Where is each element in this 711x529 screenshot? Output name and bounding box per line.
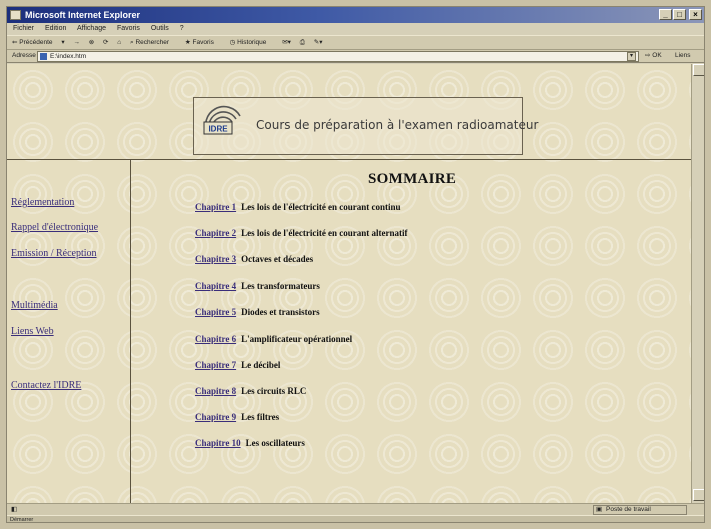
nav-contact[interactable]: Contactez l'IDRE xyxy=(11,380,81,391)
title-bar: Microsoft Internet Explorer _ □ × xyxy=(7,7,704,23)
menu-tools[interactable]: Outils xyxy=(151,25,169,32)
status-bar: ◧ ▣ Poste de travail xyxy=(7,503,704,515)
chapter-title: L'amplificateur opérationnel xyxy=(241,334,353,344)
links-button[interactable]: Liens xyxy=(675,50,691,62)
print-icon[interactable]: ⎙ xyxy=(300,39,305,46)
menu-view[interactable]: Affichage xyxy=(77,25,106,32)
sidebar-divider xyxy=(130,160,131,503)
browser-window: Microsoft Internet Explorer _ □ × Fichie… xyxy=(6,6,705,523)
mail-icon[interactable]: ✉▾ xyxy=(282,39,291,46)
page-icon xyxy=(40,53,47,60)
menu-favorites[interactable]: Favoris xyxy=(117,25,140,32)
chapter-link-9[interactable]: Chapitre 9 xyxy=(195,412,236,422)
address-dropdown-icon[interactable]: ▾ xyxy=(627,52,636,61)
chapter-title: Les lois de l'électricité en courant alt… xyxy=(241,228,408,238)
chapter-link-8[interactable]: Chapitre 8 xyxy=(195,386,236,396)
nav-emission-reception[interactable]: Emission / Réception xyxy=(11,248,97,259)
list-item: Chapitre 5 Diodes et transistors xyxy=(195,307,320,317)
done-icon: ◧ xyxy=(11,506,18,513)
go-label: OK xyxy=(652,52,662,59)
minimize-button[interactable]: _ xyxy=(659,9,672,20)
maximize-button[interactable]: □ xyxy=(673,9,686,20)
list-item: Chapitre 9 Les filtres xyxy=(195,412,279,422)
nav-liens-web[interactable]: Liens Web xyxy=(11,326,54,337)
list-item: Chapitre 7 Le décibel xyxy=(195,360,280,370)
menu-bar: Fichier Edition Affichage Favoris Outils… xyxy=(7,23,704,35)
page-heading: SOMMAIRE xyxy=(368,171,457,187)
chapter-title: Diodes et transistors xyxy=(241,307,320,317)
stop-icon[interactable]: ⊗ xyxy=(89,39,94,46)
address-bar: Adresse E:\index.htm ▾ ⇨ OK Liens xyxy=(7,50,704,63)
start-button[interactable]: Démarrer xyxy=(10,517,33,522)
scroll-down-icon[interactable] xyxy=(693,489,704,501)
window-title: Microsoft Internet Explorer xyxy=(25,10,141,20)
chapter-title: Les transformateurs xyxy=(241,281,320,291)
header-divider xyxy=(7,159,691,160)
header-banner: IDRE Cours de préparation à l'examen rad… xyxy=(193,97,538,155)
nav-reglementation[interactable]: Réglementation xyxy=(11,197,74,208)
taskbar: Démarrer xyxy=(7,515,704,522)
search-button[interactable]: ⌕ Rechercher xyxy=(130,39,176,46)
list-item: Chapitre 8 Les circuits RLC xyxy=(195,386,306,396)
nav-rappel-electronique[interactable]: Rappel d'électronique xyxy=(11,222,98,233)
nav-multimedia[interactable]: Multimédia xyxy=(11,300,58,311)
menu-file[interactable]: Fichier xyxy=(13,25,34,32)
chapter-link-3[interactable]: Chapitre 3 xyxy=(195,254,236,264)
refresh-icon[interactable]: ⟳ xyxy=(103,39,108,46)
chapter-link-1[interactable]: Chapitre 1 xyxy=(195,202,236,212)
chapter-link-5[interactable]: Chapitre 5 xyxy=(195,307,236,317)
list-item: Chapitre 10 Les oscillateurs xyxy=(195,438,305,448)
chapter-title: Les filtres xyxy=(241,412,280,422)
search-label: Rechercher xyxy=(135,39,170,46)
chapter-title: Les circuits RLC xyxy=(241,386,307,396)
list-item: Chapitre 2 Les lois de l'électricité en c… xyxy=(195,228,408,238)
chapter-link-6[interactable]: Chapitre 6 xyxy=(195,334,236,344)
list-item: Chapitre 6 L'amplificateur opérationnel xyxy=(195,334,352,344)
list-item: Chapitre 3 Octaves et décades xyxy=(195,254,313,264)
idre-logo: IDRE xyxy=(203,105,241,135)
chapter-title: Le décibel xyxy=(241,360,281,370)
chapter-title: Les oscillateurs xyxy=(245,438,305,448)
banner-title: Cours de préparation à l'examen radioama… xyxy=(256,118,539,132)
chapter-link-7[interactable]: Chapitre 7 xyxy=(195,360,236,370)
back-label: Précédente xyxy=(19,39,53,46)
favorites-label: Favoris xyxy=(192,39,214,46)
computer-icon: ▣ xyxy=(596,506,603,513)
go-button[interactable]: ⇨ OK xyxy=(645,50,662,62)
chapter-link-2[interactable]: Chapitre 2 xyxy=(195,228,236,238)
address-value: E:\index.htm xyxy=(50,53,87,60)
history-label: Historique xyxy=(237,39,267,46)
status-zone-label: Poste de travail xyxy=(606,506,651,513)
address-input[interactable]: E:\index.htm xyxy=(37,51,639,62)
home-icon[interactable]: ⌂ xyxy=(117,39,121,46)
logo-text: IDRE xyxy=(208,125,228,134)
list-item: Chapitre 4 Les transformateurs xyxy=(195,281,320,291)
chapter-title: Octaves et décades xyxy=(241,254,314,264)
chapter-link-4[interactable]: Chapitre 4 xyxy=(195,281,236,291)
toolbar: ⇐ Précédente ▾ → ⊗ ⟳ ⌂ ⌕ Rechercher ★ Fa… xyxy=(7,35,704,50)
back-button[interactable]: ⇐ Précédente ▾ xyxy=(12,39,65,46)
favorites-button[interactable]: ★ Favoris xyxy=(185,39,221,46)
history-button[interactable]: ◷ Historique xyxy=(230,39,274,46)
menu-help[interactable]: ? xyxy=(180,25,184,32)
list-item: Chapitre 1 Les lois de l'électricité en c… xyxy=(195,202,401,212)
page-viewport: IDRE Cours de préparation à l'examen rad… xyxy=(7,64,691,503)
ie-icon xyxy=(10,10,21,20)
vertical-scrollbar[interactable] xyxy=(691,64,704,503)
scroll-up-icon[interactable] xyxy=(693,64,704,76)
menu-edit[interactable]: Edition xyxy=(45,25,66,32)
edit-icon[interactable]: ✎▾ xyxy=(314,39,323,46)
close-button[interactable]: × xyxy=(689,9,702,20)
status-zone: ▣ Poste de travail xyxy=(593,505,687,515)
chapter-link-10[interactable]: Chapitre 10 xyxy=(195,438,241,448)
forward-button[interactable]: → xyxy=(73,39,80,46)
chapter-title: Les lois de l'électricité en courant con… xyxy=(241,202,401,212)
address-label: Adresse xyxy=(12,52,36,59)
